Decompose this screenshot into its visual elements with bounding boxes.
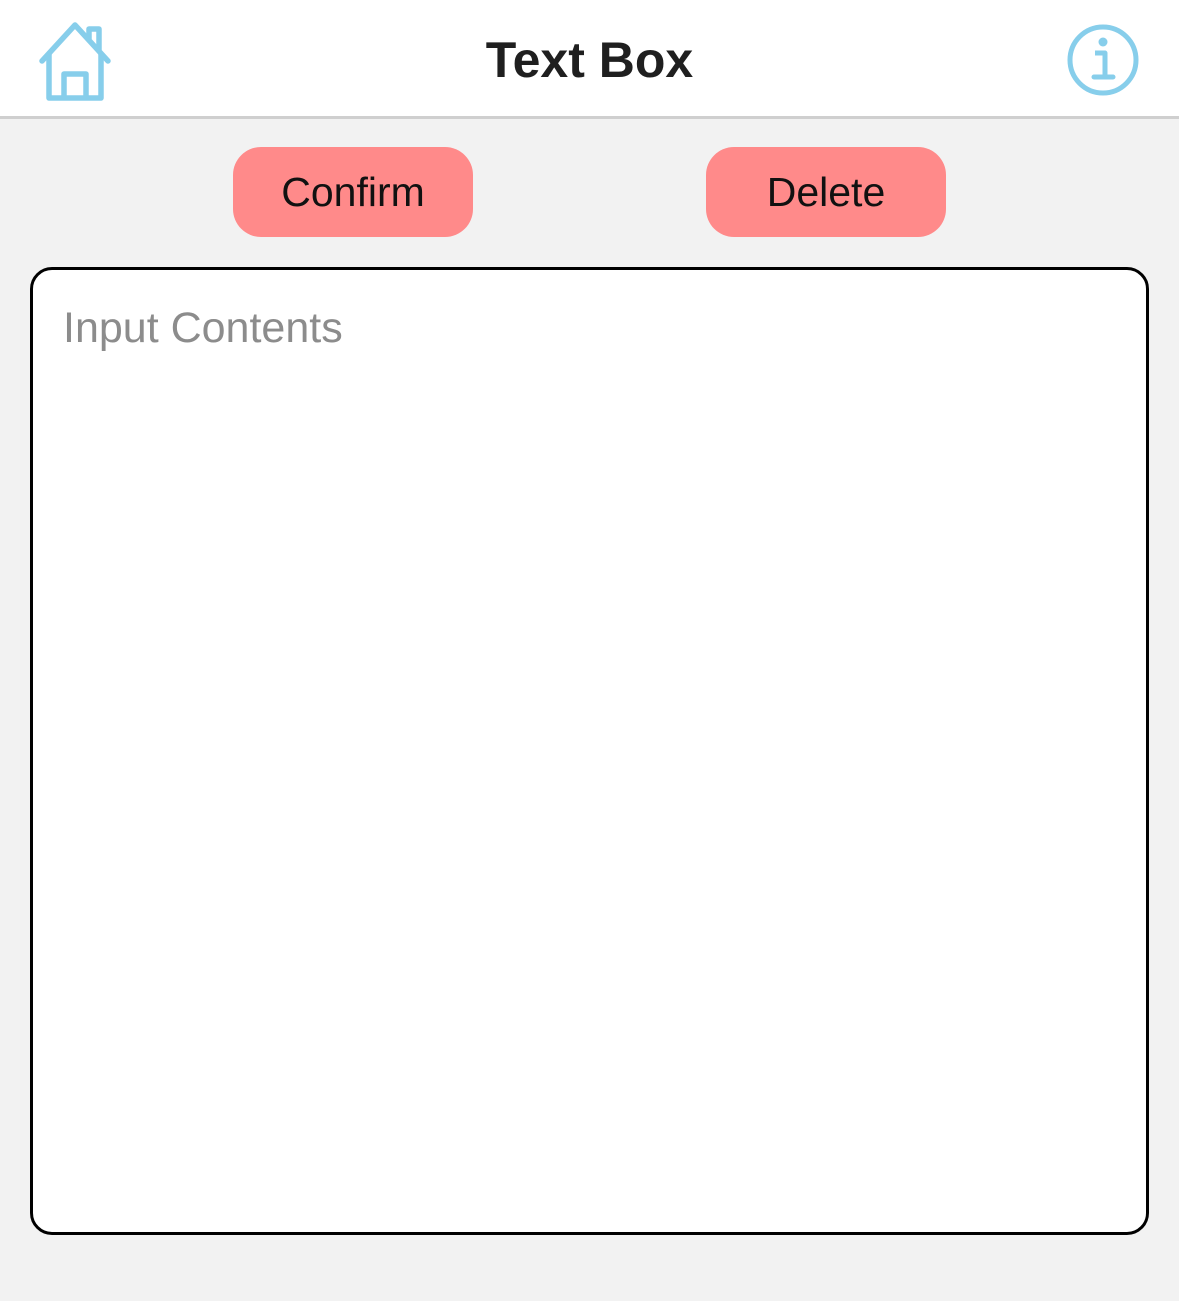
info-button[interactable] xyxy=(1058,15,1148,105)
navigation-bar: Text Box xyxy=(0,0,1179,119)
text-box-container xyxy=(30,267,1149,1235)
delete-button[interactable]: Delete xyxy=(706,147,946,237)
page-title: Text Box xyxy=(485,32,694,88)
confirm-button[interactable]: Confirm xyxy=(233,147,473,237)
info-icon xyxy=(1067,24,1139,96)
content-input[interactable] xyxy=(33,270,1146,1232)
